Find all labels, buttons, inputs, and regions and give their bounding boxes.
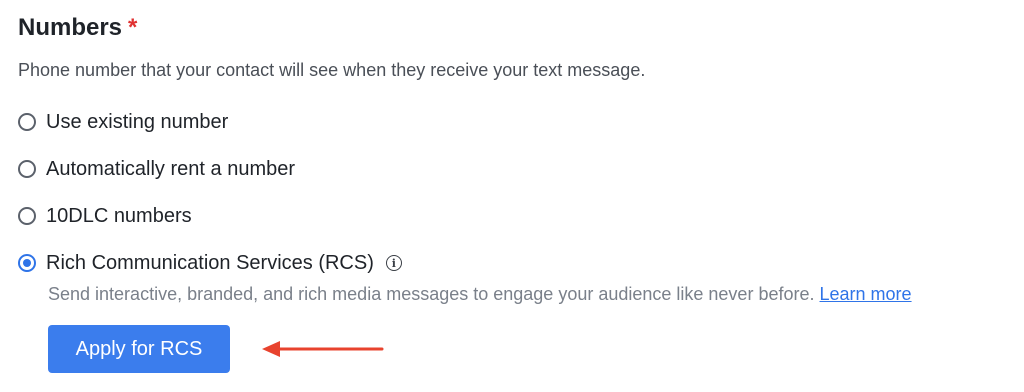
radio-button-unchecked[interactable] — [18, 207, 36, 225]
learn-more-link[interactable]: Learn more — [820, 284, 912, 304]
apply-for-rcs-button[interactable]: Apply for RCS — [48, 325, 230, 373]
info-icon[interactable]: i — [385, 255, 402, 271]
radio-option-10dlc-numbers[interactable]: 10DLC numbers — [18, 204, 1008, 228]
numbers-section: Numbers * Phone number that your contact… — [18, 14, 1008, 373]
rcs-description: Send interactive, branded, and rich medi… — [48, 281, 1008, 307]
rcs-description-text: Send interactive, branded, and rich medi… — [48, 284, 815, 304]
radio-label: Use existing number — [46, 110, 229, 133]
numbers-title-row: Numbers * — [18, 14, 1008, 50]
number-options-radio-group: Use existing number Automatically rent a… — [18, 110, 1008, 275]
radio-label: Rich Communication Services (RCS) — [46, 251, 374, 274]
radio-button-unchecked[interactable] — [18, 160, 36, 178]
radio-option-rcs[interactable]: Rich Communication Services (RCS) i — [18, 251, 1008, 275]
radio-option-use-existing-number[interactable]: Use existing number — [18, 110, 1008, 134]
radio-button-unchecked[interactable] — [18, 113, 36, 131]
annotation-arrow-left-icon — [260, 339, 386, 359]
arrow-left-svg — [262, 341, 384, 357]
required-asterisk: * — [128, 14, 138, 41]
numbers-description: Phone number that your contact will see … — [18, 60, 646, 80]
radio-button-checked[interactable] — [18, 254, 36, 272]
numbers-title: Numbers — [18, 14, 123, 41]
apply-row: Apply for RCS — [48, 325, 1008, 373]
radio-label: 10DLC numbers — [46, 204, 192, 227]
radio-option-automatically-rent[interactable]: Automatically rent a number — [18, 157, 1008, 181]
radio-label: Automatically rent a number — [46, 157, 296, 180]
